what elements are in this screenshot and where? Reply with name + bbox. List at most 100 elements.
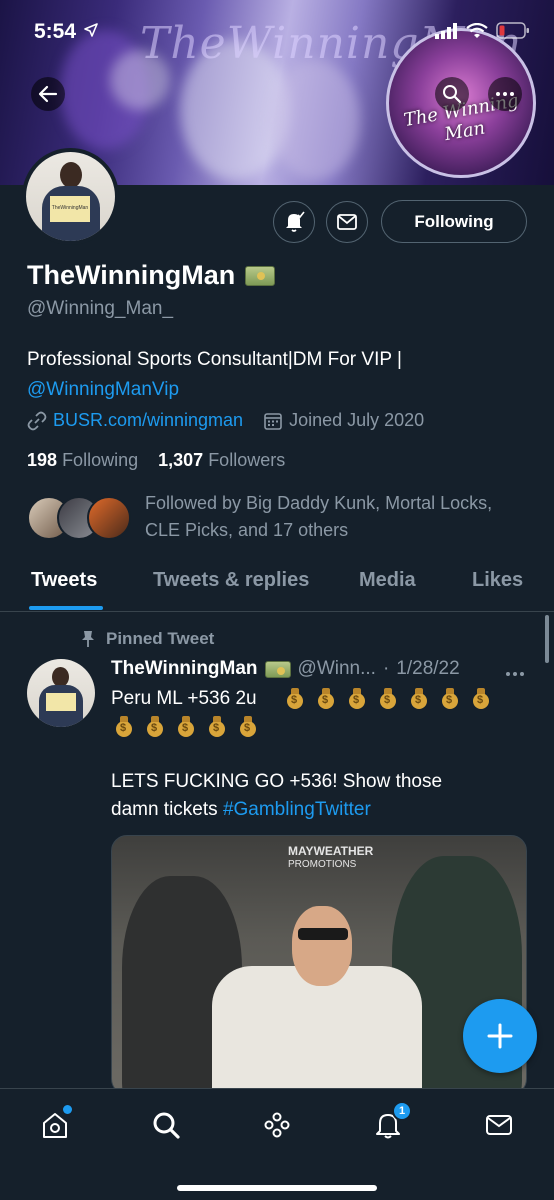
pinned-label-text: Pinned Tweet [106, 629, 215, 648]
media-logo-line: PROMOTIONS [288, 859, 357, 870]
spaces-icon [264, 1112, 290, 1138]
notifications-toggle-button[interactable] [273, 201, 315, 243]
profile-handle: @Winning_Man_ [27, 298, 174, 319]
home-indicator [177, 1185, 377, 1191]
tweet-media[interactable]: MAYWEATHER PROMOTIONS [111, 835, 527, 1095]
followed-by-line: Followed by Big Daddy Kunk, Mortal Locks… [145, 493, 493, 513]
profile-counts: 198 Following 1,307 Followers [27, 450, 285, 471]
media-logo-line: MAYWEATHER [288, 844, 374, 858]
tweet-author-handle[interactable]: @Winn... [298, 658, 376, 680]
followers-count-label: Followers [208, 450, 286, 470]
cellular-signal-icon [435, 22, 457, 39]
tweet-body: LETS FUCKING GO +536! Show those damn ti… [111, 768, 531, 824]
follower-avatar [87, 496, 131, 540]
tweet-author-avatar[interactable] [27, 659, 95, 727]
search-icon [153, 1112, 180, 1139]
location-arrow-icon [84, 23, 98, 37]
bottom-navigation: 1 [0, 1088, 554, 1200]
money-bag-icon [410, 687, 428, 709]
tweet-more-button[interactable] [505, 660, 525, 683]
money-icon [245, 265, 276, 286]
arrow-left-icon [38, 85, 58, 103]
search-button[interactable] [435, 77, 469, 111]
calendar-icon [264, 412, 282, 430]
money-bag-icon [208, 715, 226, 737]
active-tab-indicator [29, 606, 103, 610]
followed-by-line: CLE Picks, and 17 others [145, 520, 349, 540]
hashtag-link[interactable]: #GamblingTwitter [223, 799, 371, 820]
search-icon [443, 85, 462, 104]
tweet-author-name[interactable]: TheWinningMan [111, 658, 258, 680]
avatar-head [60, 162, 82, 188]
scrollbar[interactable] [545, 615, 549, 663]
bio-mention-link[interactable]: @WinningManVip [27, 375, 402, 405]
more-options-button[interactable] [488, 77, 522, 111]
profile-tabs: Tweets Tweets & replies Media Likes [0, 555, 554, 612]
battery-icon [496, 22, 529, 39]
followed-by[interactable]: Followed by Big Daddy Kunk, Mortal Locks… [27, 490, 525, 544]
money-bag-icon [239, 715, 257, 737]
tweet-text-fragment: damn tickets [111, 799, 223, 820]
more-horizontal-icon [506, 672, 524, 676]
envelope-icon [486, 1115, 512, 1135]
profile-website-link[interactable]: BUSR.com/winningman [53, 410, 243, 431]
message-button[interactable] [326, 201, 368, 243]
status-time: 5:54 [34, 20, 98, 44]
pin-icon [82, 631, 94, 647]
nav-notifications[interactable]: 1 [370, 1101, 412, 1143]
more-horizontal-icon [496, 92, 514, 96]
link-icon [27, 411, 47, 430]
status-time-label: 5:54 [34, 20, 77, 43]
back-button[interactable] [31, 77, 65, 111]
followers-count-link[interactable]: 1,307 Followers [158, 450, 285, 470]
profile-bio: Professional Sports Consultant|DM For VI… [27, 345, 402, 405]
tweet-text-line: damn tickets #GamblingTwitter [111, 796, 531, 824]
bell-check-icon [286, 211, 305, 232]
money-bag-icon [146, 715, 164, 737]
media-figure [292, 906, 352, 986]
profile-name: TheWinningMan [27, 260, 276, 291]
media-logo-text: MAYWEATHER PROMOTIONS [288, 844, 373, 872]
profile-name-text: TheWinningMan [27, 260, 236, 290]
compose-tweet-button[interactable] [463, 999, 537, 1073]
media-figure [298, 928, 348, 940]
money-bag-icon [115, 715, 133, 737]
nav-messages[interactable] [481, 1107, 517, 1143]
followed-by-text: Followed by Big Daddy Kunk, Mortal Locks… [145, 490, 525, 544]
avatar-sign: TheWinningMan [50, 196, 90, 222]
tweet-header: TheWinningMan @Winn... · 1/28/22 [111, 658, 460, 680]
money-bag-icon [348, 687, 366, 709]
money-icon [264, 660, 291, 678]
tweet-separator: · [382, 658, 390, 679]
profile-avatar[interactable]: TheWinningMan [22, 148, 119, 245]
tweet-text-line: LETS FUCKING GO +536! Show those [111, 771, 443, 792]
following-button[interactable]: Following [381, 200, 527, 243]
status-bar: 5:54 [0, 0, 554, 60]
profile-meta: BUSR.com/winningman Joined July 2020 [27, 410, 424, 431]
tab-media[interactable]: Media [359, 569, 416, 592]
money-bag-icon [472, 687, 490, 709]
nav-spaces[interactable] [259, 1107, 295, 1143]
money-bag-icon [177, 715, 195, 737]
nav-search[interactable] [148, 1107, 184, 1143]
avatar-photo: TheWinningMan [26, 152, 115, 241]
following-count: 198 [27, 450, 58, 470]
wifi-icon [466, 22, 488, 38]
nav-home[interactable] [37, 1105, 73, 1143]
envelope-icon [337, 214, 357, 230]
avatar-head [52, 667, 69, 687]
notifications-badge: 1 [392, 1101, 412, 1121]
money-bag-icon [317, 687, 335, 709]
tab-likes[interactable]: Likes [472, 569, 523, 592]
following-count-link[interactable]: 198 Following [27, 450, 138, 470]
followed-by-avatars [27, 496, 137, 540]
profile-joined-date: Joined July 2020 [289, 410, 425, 430]
pinned-tweet-label: Pinned Tweet [80, 629, 214, 649]
status-icons [434, 22, 530, 39]
tweet-date[interactable]: 1/28/22 [396, 658, 459, 680]
plus-icon [487, 1023, 513, 1049]
tab-tweets[interactable]: Tweets [31, 569, 97, 592]
home-unread-dot [63, 1105, 72, 1114]
following-count-label: Following [62, 450, 139, 470]
tab-tweets-and-replies[interactable]: Tweets & replies [153, 569, 309, 592]
